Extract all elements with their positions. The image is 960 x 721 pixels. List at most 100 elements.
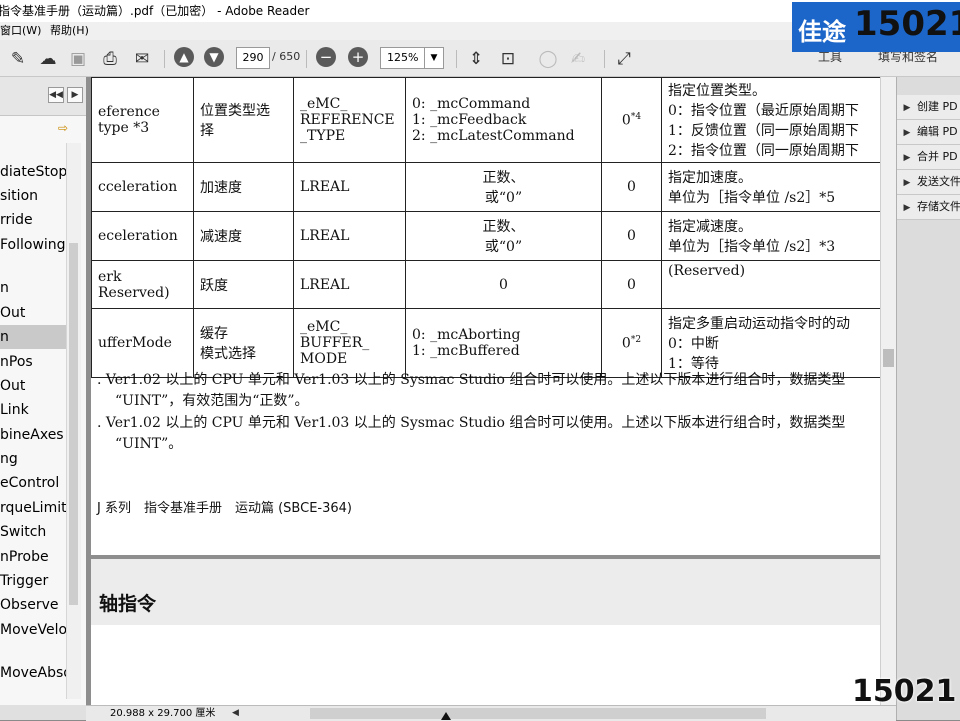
bookmark-item[interactable]: rqueLimit xyxy=(0,496,68,520)
bookmark-item[interactable]: eControl xyxy=(0,471,68,495)
document-view[interactable]: eference type *3 位置类型选 择 _eMC_ REFERENCE… xyxy=(86,77,880,705)
expand-panel-icon[interactable]: ▶ xyxy=(67,87,83,103)
chapter-header-band xyxy=(91,559,880,625)
param-type: LREAL xyxy=(293,162,406,212)
param-name: eceleration xyxy=(91,211,194,261)
bookmark-item[interactable]: Following xyxy=(0,233,68,257)
watermark-logo: 佳途 15021 xyxy=(792,2,960,52)
param-default: 0 xyxy=(601,162,662,212)
bookmark-item[interactable]: ng xyxy=(0,447,68,471)
left-status-area xyxy=(0,705,86,720)
edit-icon[interactable]: ✎ xyxy=(6,47,30,71)
page-size: 20.988 x 29.700 厘米 xyxy=(110,708,216,719)
param-meaning: 减速度 xyxy=(193,211,294,261)
param-type: LREAL xyxy=(293,211,406,261)
toolbar-separator xyxy=(306,50,307,68)
bookmark-item[interactable]: n xyxy=(0,276,68,300)
task-create-pdf[interactable]: ▶ 创建 PD xyxy=(897,95,960,120)
task-send-files[interactable]: ▶ 发送文件 xyxy=(897,170,960,195)
table-row: cceleration 加速度 LREAL 正数、 或“0” 0 指定加速度。 … xyxy=(91,162,880,212)
expand-arrow-icon: ▶ xyxy=(903,153,911,163)
footnote-ref: *4 xyxy=(630,111,642,122)
bookmark-item[interactable]: nProbe xyxy=(0,545,68,569)
param-type: _eMC_ BUFFER_ MODE xyxy=(293,308,406,378)
fit-page-icon[interactable]: ⇕ xyxy=(464,47,488,71)
table-row: ufferMode 缓存 模式选择 _eMC_ BUFFER_ MODE 0: … xyxy=(91,308,880,378)
param-default: 0*2 xyxy=(601,308,662,378)
param-desc: 指定减速度。 单位为［指令单位 /s2］*3 xyxy=(661,211,880,261)
task-combine-pdf[interactable]: ▶ 合并 PD xyxy=(897,145,960,170)
zoom-value: 125% xyxy=(387,51,419,64)
window-title: 指令基准手册（运动篇）.pdf（已加密） - Adobe Reader xyxy=(0,4,310,18)
param-meaning: 位置类型选 择 xyxy=(193,77,294,163)
footnote: . Ver1.02 以上的 CPU 单元和 Ver1.03 以上的 Sysmac… xyxy=(97,415,846,431)
zoom-in-icon[interactable]: + xyxy=(348,47,368,67)
bookmark-item[interactable]: bineAxes xyxy=(0,423,68,447)
bookmark-item[interactable]: nPos xyxy=(0,350,68,374)
zoom-out-icon[interactable]: − xyxy=(316,47,336,67)
horizontal-scroll-thumb[interactable] xyxy=(310,708,766,719)
bookmarks-scroll-thumb[interactable] xyxy=(69,243,78,605)
toolbar-separator xyxy=(604,50,605,68)
bookmark-options-icon[interactable]: ⇨ xyxy=(58,121,68,135)
chevron-down-icon[interactable]: ▼ xyxy=(424,48,443,68)
bookmark-item[interactable]: Link xyxy=(0,398,68,422)
email-icon[interactable]: ✉ xyxy=(130,47,154,71)
collapse-panel-icon[interactable]: ◀◀ xyxy=(48,87,64,103)
vertical-scrollbar[interactable] xyxy=(880,77,897,705)
sign-icon[interactable]: ✍ xyxy=(566,47,590,71)
param-meaning: 跃度 xyxy=(193,260,294,309)
param-name: eference type *3 xyxy=(91,77,194,163)
next-page-icon[interactable]: ▼ xyxy=(204,47,224,67)
previous-page-icon[interactable]: ▲ xyxy=(174,47,194,67)
param-range: 0: _mcAborting 1: _mcBuffered xyxy=(405,308,602,378)
menu-help[interactable]: 帮助(H) xyxy=(50,22,89,40)
pdf-page: 轴指令 xyxy=(91,559,880,705)
page-footer: J 系列 指令基准手册 运动篇 (SBCE-364) xyxy=(97,501,352,516)
param-default: 0 xyxy=(601,211,662,261)
expand-arrow-icon: ▶ xyxy=(903,128,911,138)
zoom-select[interactable]: 125% ▼ xyxy=(380,47,444,69)
bookmark-item-selected[interactable]: n xyxy=(0,325,68,349)
bookmarks-scrollbar[interactable] xyxy=(66,143,81,699)
param-default: 0*4 xyxy=(601,77,662,163)
bookmark-item[interactable]: MoveVeloc xyxy=(0,618,68,642)
fit-width-icon[interactable]: ⊡ xyxy=(496,47,520,71)
bookmark-item[interactable]: Observe xyxy=(0,593,68,617)
bookmark-item[interactable]: Switch xyxy=(0,520,68,544)
bookmark-item[interactable]: MoveAbsol xyxy=(0,661,68,685)
task-edit-pdf[interactable]: ▶ 编辑 PD xyxy=(897,120,960,145)
watermark-number: 15021 xyxy=(854,4,960,44)
cloud-upload-icon[interactable]: ☁ xyxy=(36,47,60,71)
mouse-cursor-icon xyxy=(441,712,451,720)
menu-window[interactable]: 窗口(W) xyxy=(0,22,41,40)
param-type: LREAL xyxy=(293,260,406,309)
save-icon[interactable]: ▣ xyxy=(66,47,90,71)
param-desc: 指定多重启动运动指令时的动 0：中断 1：等待 xyxy=(661,308,880,378)
param-desc: (Reserved) xyxy=(661,260,880,309)
scroll-left-icon[interactable]: ◀ xyxy=(232,706,242,721)
task-store-files[interactable]: ▶ 存储文件 xyxy=(897,195,960,220)
page-number-input[interactable]: 290 xyxy=(236,47,270,69)
param-desc: 指定位置类型。 0：指令位置（最近原始周期下 1：反馈位置（同一原始周期下 2：… xyxy=(661,77,880,163)
bookmark-item[interactable]: sition xyxy=(0,184,68,208)
print-icon[interactable]: ⎙ xyxy=(98,47,122,71)
comment-icon[interactable]: ◯ xyxy=(536,47,560,71)
fullscreen-icon[interactable]: ⤢ xyxy=(612,47,636,71)
vertical-scroll-thumb[interactable] xyxy=(883,349,894,367)
bookmark-item[interactable]: Out xyxy=(0,301,68,325)
bookmarks-panel: ◀◀ ▶ ⇨ diateStop sition rride Following … xyxy=(0,77,87,705)
bookmark-item[interactable]: diateStop xyxy=(0,160,68,184)
table-row: eceleration 减速度 LREAL 正数、 或“0” 0 指定减速度。 … xyxy=(91,211,880,261)
parameter-table: eference type *3 位置类型选 择 _eMC_ REFERENCE… xyxy=(91,77,880,378)
bookmark-item[interactable]: rride xyxy=(0,208,68,232)
bookmark-item[interactable]: Out xyxy=(0,374,68,398)
param-name: cceleration xyxy=(91,162,194,212)
chapter-heading: 轴指令 xyxy=(99,593,157,615)
toolbar-separator xyxy=(164,50,165,68)
page-total: / 650 xyxy=(272,50,301,63)
param-desc: 指定加速度。 单位为［指令单位 /s2］*5 xyxy=(661,162,880,212)
task-panel: ▶ 创建 PD ▶ 编辑 PD ▶ 合并 PD ▶ 发送文件 ▶ 存储文件 xyxy=(896,77,960,720)
table-row: eference type *3 位置类型选 择 _eMC_ REFERENCE… xyxy=(91,77,880,163)
bookmark-item[interactable]: Trigger xyxy=(0,569,68,593)
